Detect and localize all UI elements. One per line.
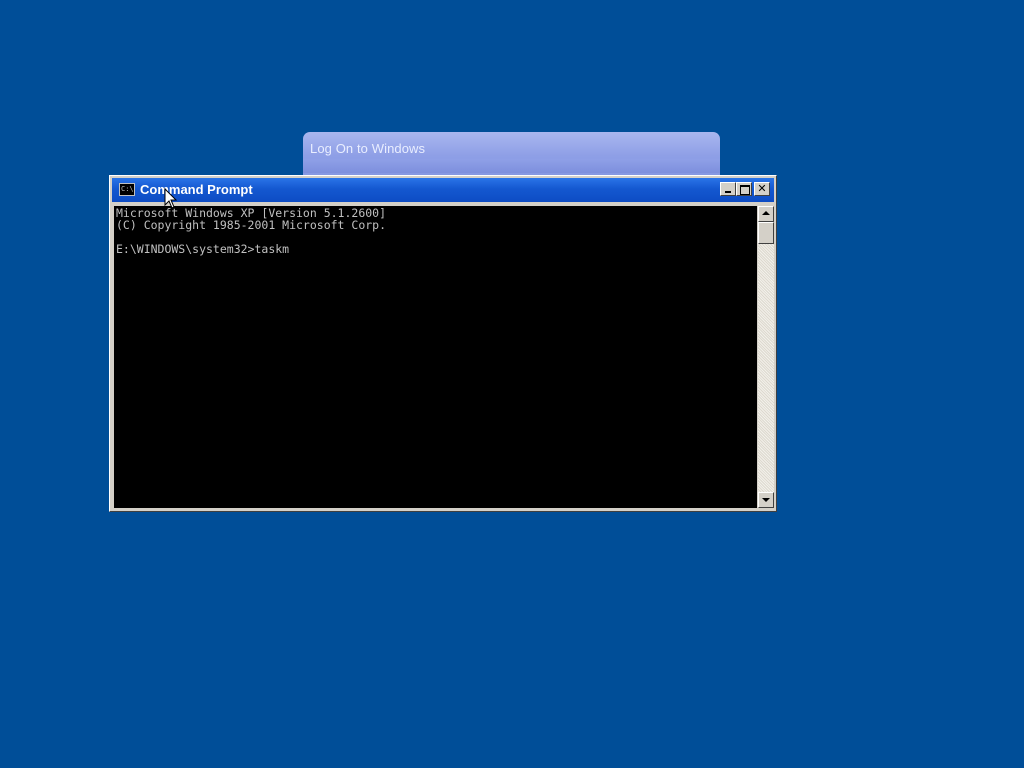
minimize-button[interactable] xyxy=(720,182,736,196)
maximize-icon xyxy=(740,185,750,195)
console-output[interactable]: Microsoft Windows XP [Version 5.1.2600] … xyxy=(114,206,757,508)
console-icon[interactable]: C:\ xyxy=(119,183,135,196)
vertical-scrollbar[interactable] xyxy=(758,206,774,508)
close-icon: ✕ xyxy=(757,182,767,195)
scroll-up-arrow-icon xyxy=(762,211,770,215)
minimize-icon xyxy=(725,191,731,193)
scroll-down-button[interactable] xyxy=(758,492,774,508)
maximize-button[interactable] xyxy=(736,182,752,196)
console-prompt-line[interactable]: E:\WINDOWS\system32>taskm xyxy=(116,243,289,255)
mouse-pointer-icon xyxy=(164,188,178,209)
scroll-up-button[interactable] xyxy=(758,206,774,222)
window-title: Command Prompt xyxy=(140,182,253,197)
title-bar[interactable]: C:\ Command Prompt ✕ xyxy=(112,178,774,202)
logon-dialog-banner xyxy=(303,159,720,173)
logon-dialog-title: Log On to Windows xyxy=(310,141,426,156)
close-button[interactable]: ✕ xyxy=(754,182,770,196)
command-prompt-window[interactable]: C:\ Command Prompt ✕ Microsoft Windows X… xyxy=(109,175,777,512)
scroll-thumb[interactable] xyxy=(758,222,774,244)
scroll-down-arrow-icon xyxy=(762,498,770,502)
console-line: (C) Copyright 1985-2001 Microsoft Corp. xyxy=(116,218,387,232)
